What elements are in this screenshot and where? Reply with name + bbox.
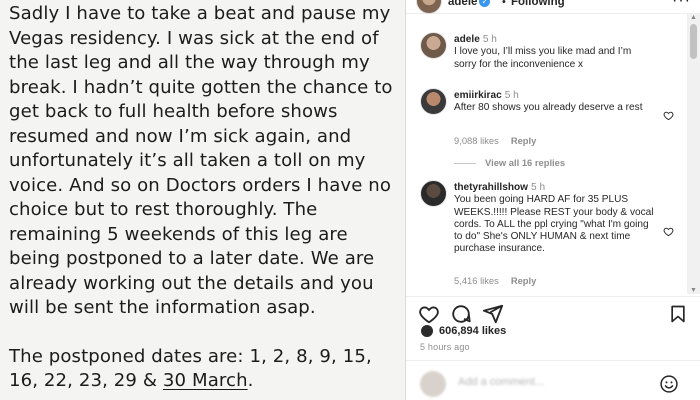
comment-username[interactable]: emiirkirac [454, 90, 502, 101]
reply-button[interactable]: Reply [511, 135, 537, 146]
comment-meta: 9,088 likes Reply [454, 135, 548, 146]
postponed-dates: The postponed dates are: 1, 2, 8, 9, 15,… [9, 345, 401, 394]
verified-badge-icon: ✓ [479, 0, 491, 8]
share-icon[interactable] [482, 303, 504, 325]
add-comment-bar: Add a comment... [406, 360, 700, 400]
post-side-panel: adele ✓ • Following ··· adele 5 h I love y… [405, 0, 700, 400]
replies-line [454, 163, 476, 165]
comment-body: thetyrahillshow 5 h You been going HARD A… [454, 182, 654, 256]
commenter-avatar[interactable] [420, 32, 447, 59]
comment-text: I love you, I’ll miss you like mad and I… [454, 46, 632, 70]
comment-text: You been going HARD AF for 35 PLUS WEEKS… [454, 194, 654, 255]
comment-username[interactable]: thetyrahillshow [454, 182, 528, 193]
comment-input[interactable]: Add a comment... [458, 376, 544, 388]
comment-time: 5 h [482, 34, 497, 45]
comment-time: 5 h [504, 90, 519, 101]
author-username[interactable]: adele ✓ [448, 0, 491, 8]
comment-username[interactable]: adele [454, 34, 480, 45]
more-icon[interactable]: ··· [672, 0, 691, 10]
statement-text: Sadly I have to take a beat and pause my… [9, 2, 401, 400]
scrollbar-thumb[interactable] [690, 24, 697, 59]
comment-meta: 5,416 likes Reply [454, 275, 548, 286]
heart-icon[interactable] [663, 110, 674, 121]
emoji-icon[interactable] [659, 374, 679, 394]
scroll-down-icon[interactable]: ▼ [690, 287, 697, 294]
heart-icon[interactable] [663, 226, 674, 237]
liker-avatar [420, 324, 434, 338]
post-header: adele ✓ • Following ··· [406, 0, 700, 14]
dates-suffix: . [247, 370, 254, 391]
post-image: Sadly I have to take a beat and pause my… [0, 0, 405, 400]
view-replies-button[interactable]: View all 16 replies [454, 157, 565, 168]
comment-likes[interactable]: 9,088 likes [454, 135, 499, 146]
comment-icon[interactable] [450, 303, 472, 325]
comment-text: After 80 shows you already deserve a res… [454, 102, 643, 114]
comment-likes[interactable]: 5,416 likes [454, 275, 499, 286]
comments-scrollbar[interactable]: ▲ ▼ [687, 14, 700, 294]
heart-icon[interactable] [418, 303, 440, 325]
scroll-up-icon[interactable]: ▲ [690, 14, 697, 21]
comment-body: emiirkirac 5 h After 80 shows you already… [454, 90, 654, 115]
comment-list: adele 5 h I love you, I’ll miss you like … [406, 20, 686, 292]
dates-underlined: 30 March [162, 370, 248, 391]
current-user-avatar [420, 371, 446, 397]
comment-time: 5 h [531, 182, 546, 193]
post-timestamp: 5 hours ago [420, 342, 470, 352]
action-bar [406, 296, 700, 326]
likes-count[interactable]: 606,894 likes [439, 325, 506, 337]
statement-paragraph: Sadly I have to take a beat and pause my… [9, 3, 393, 318]
bookmark-icon[interactable] [668, 303, 688, 325]
commenter-avatar[interactable] [420, 180, 447, 207]
author-avatar[interactable] [416, 0, 442, 14]
comment-body: adele 5 h I love you, I’ll miss you like … [454, 34, 654, 71]
separator-dot: • [502, 0, 506, 8]
commenter-avatar[interactable] [420, 88, 447, 115]
likes-summary[interactable]: 606,894 likes [420, 324, 506, 338]
following-button[interactable]: Following [511, 0, 565, 8]
reply-button[interactable]: Reply [511, 275, 537, 286]
